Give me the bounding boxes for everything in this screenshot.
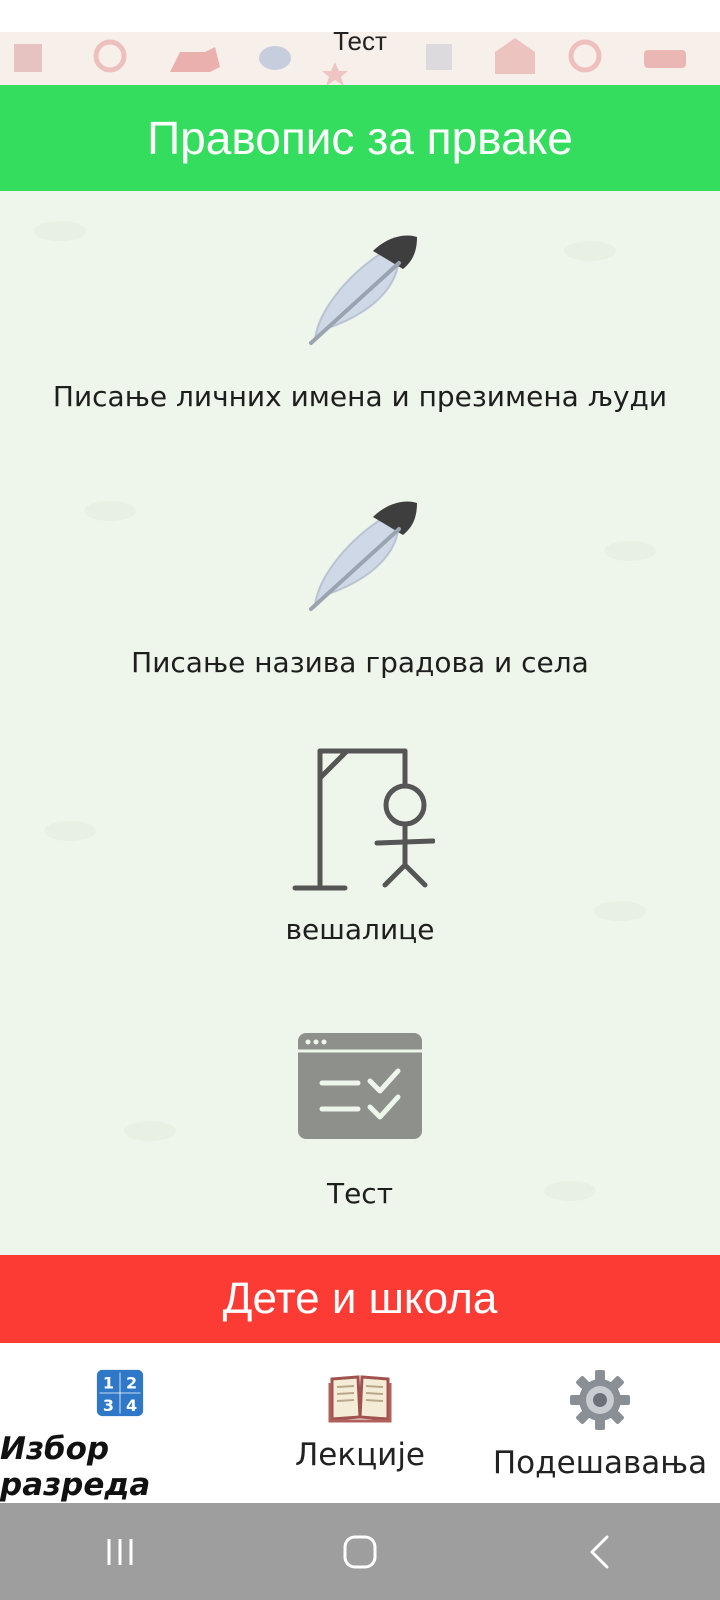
lesson-item-test[interactable]: Тест [0,1031,720,1210]
svg-text:2: 2 [126,1374,137,1393]
nav-tab-lessons[interactable]: Лекције [240,1343,480,1503]
back-button[interactable] [540,1522,660,1582]
lesson-item-hangman[interactable]: вешалице [0,743,720,946]
lesson-item-personal-names[interactable]: Писање личних имена и презимена људи [0,227,720,413]
lesson-item-label: вешалице [285,913,435,946]
numbers-1234-icon: 1 2 3 4 [96,1369,144,1417]
open-book-icon [328,1375,392,1423]
previous-item-label: Тест [333,32,387,56]
gear-icon [570,1370,630,1430]
nav-tab-label: Лекције [294,1437,426,1473]
feather-icon [309,501,417,611]
lesson-item-city-names[interactable]: Писање назива градова и села [0,493,720,679]
lesson-item-label: Тест [326,1177,394,1210]
status-bar-area [0,0,720,32]
svg-text:4: 4 [126,1396,137,1415]
home-icon [343,1535,377,1568]
section-title: Правопис за прваке [147,112,573,164]
app-banner[interactable]: Дете и школа [0,1255,720,1343]
bottom-navigation: 1 2 3 4 Избор разреда Лекције Подешавања [0,1343,720,1503]
system-navigation-bar [0,1503,720,1600]
nav-tab-label: Подешавања [492,1445,708,1481]
recent-apps-button[interactable] [60,1522,180,1582]
home-button[interactable] [300,1522,420,1582]
app-banner-title: Дете и школа [222,1274,498,1323]
lesson-list: Писање личних имена и презимена људи Пис… [0,191,720,1255]
svg-text:1: 1 [103,1374,114,1393]
hangman-icon [292,748,435,891]
lesson-item-label: Писање назива градова и села [131,646,589,679]
checklist-window-icon [298,1033,422,1139]
recent-apps-icon [107,1538,133,1565]
toy-star-icon [322,62,348,85]
section-header: Правопис за прваке [0,85,720,191]
svg-text:3: 3 [103,1396,114,1415]
feather-icon [309,235,417,345]
lesson-item-label: Писање личних имена и презимена људи [52,380,668,413]
nav-tab-settings[interactable]: Подешавања [480,1343,720,1503]
nav-tab-label: Избор разреда [0,1431,151,1503]
nav-tab-grade-selection[interactable]: 1 2 3 4 Избор разреда [0,1343,240,1503]
decorative-toys-strip: Тест [0,32,720,85]
back-arrow-icon [590,1535,609,1568]
